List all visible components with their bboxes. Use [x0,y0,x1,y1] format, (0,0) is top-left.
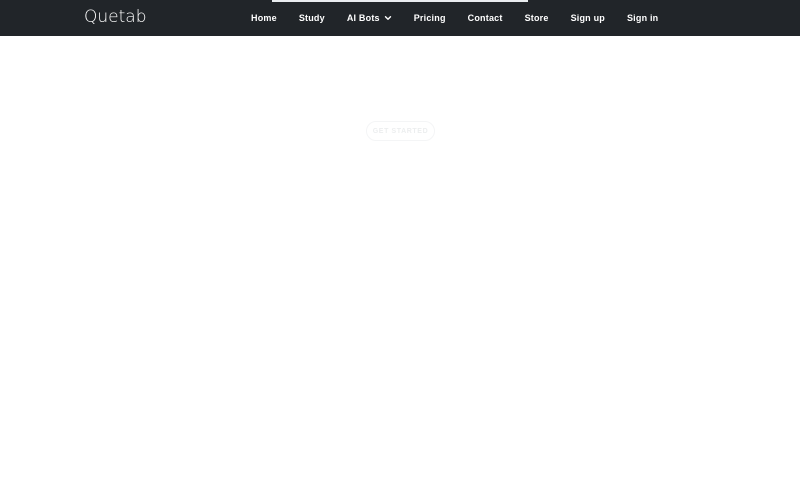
nav-item-study[interactable]: Study [288,0,336,36]
nav-item-sign-up[interactable]: Sign up [560,0,616,36]
nav-item-pricing[interactable]: Pricing [403,0,457,36]
page: Quetab Home Study AI Bots Pricing Contac… [0,0,800,496]
nav-item-ai-bots-label: AI Bots [346,13,380,23]
nav-item-sign-in[interactable]: Sign in [616,0,669,36]
nav-item-contact[interactable]: Contact [457,0,514,36]
chevron-down-icon [384,14,392,22]
top-navbar: Quetab Home Study AI Bots Pricing Contac… [0,0,800,36]
main-nav: Home Study AI Bots Pricing Contact Store… [240,0,669,36]
nav-item-home[interactable]: Home [240,0,288,36]
nav-item-store[interactable]: Store [514,0,560,36]
get-started-button[interactable]: GET STARTED [366,121,435,141]
nav-item-ai-bots[interactable]: AI Bots [336,0,403,36]
brand-logo[interactable]: Quetab [84,7,147,27]
